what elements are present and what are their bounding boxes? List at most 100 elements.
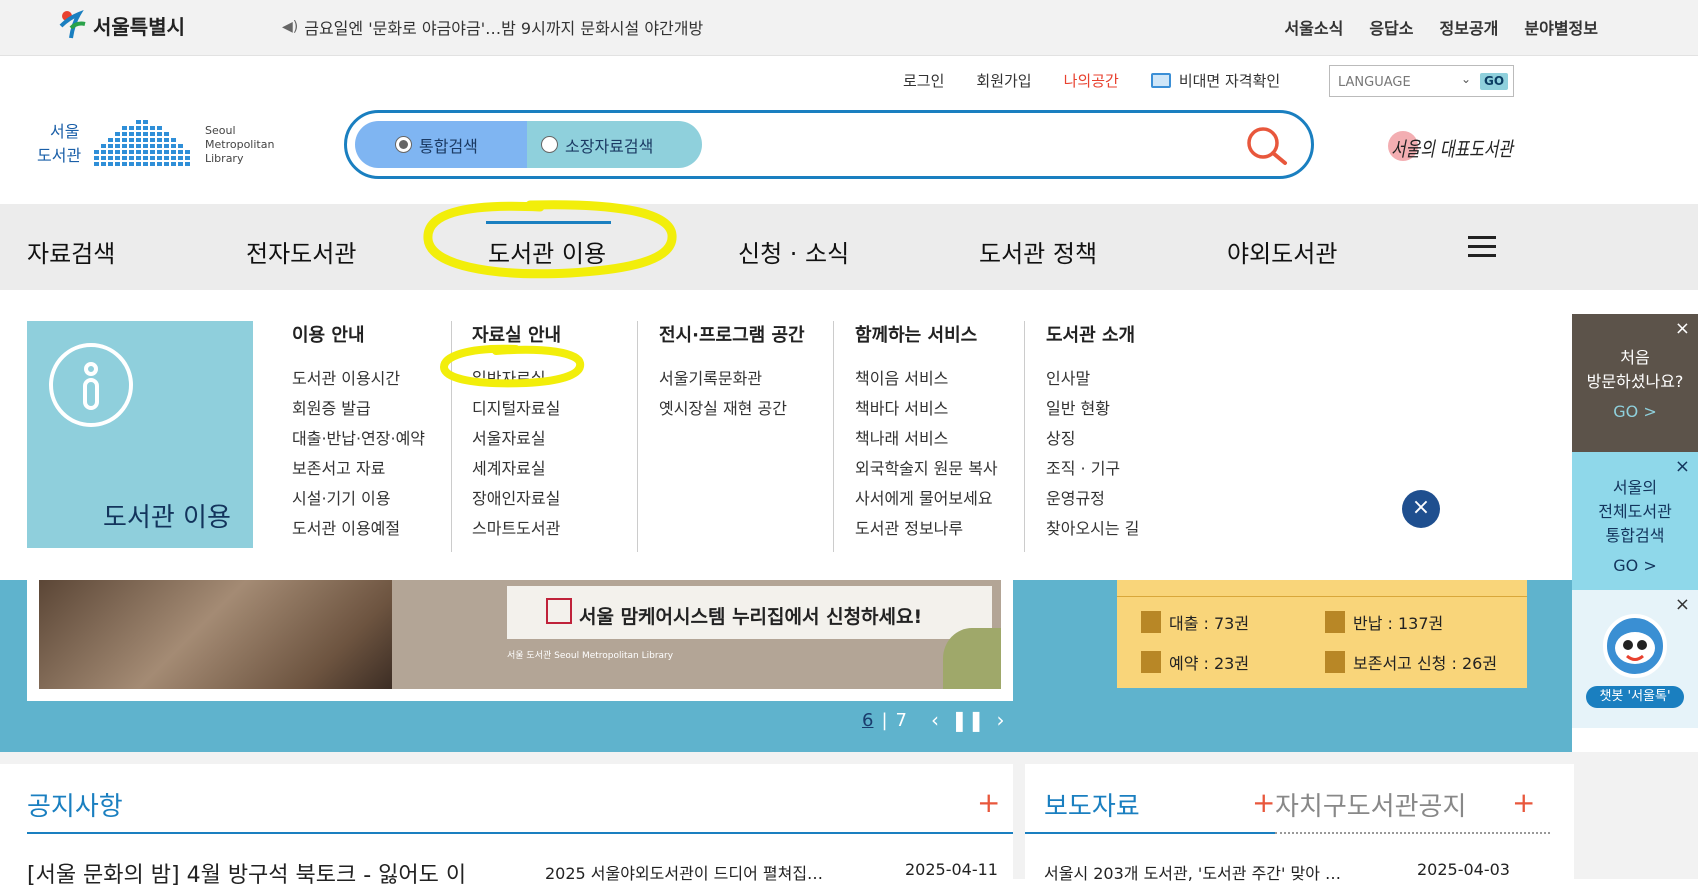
menu-column-services: 함께하는 서비스 책이음 서비스 책바다 서비스 책나래 서비스 외국학술지 원…	[855, 321, 998, 545]
library-dots-icon	[94, 120, 190, 166]
my-space-link[interactable]: 나의공간	[1064, 70, 1119, 91]
menu-item[interactable]: 책바다 서비스	[855, 395, 998, 425]
menu-divider	[451, 321, 452, 552]
district-notice-title[interactable]: 자치구도서관공지	[1275, 786, 1466, 823]
banner-slide[interactable]: 서울 맘케어시스템 누리집에서 신청하세요! 서울 도서관 Seoul Metr…	[27, 580, 1013, 701]
tab-holdings-search[interactable]: 소장자료검색	[527, 121, 702, 168]
info-icon	[49, 343, 133, 427]
nav-e-library[interactable]: 전자도서관	[246, 234, 356, 269]
quick-first-visit[interactable]: × 처음 방문하셨나요? GO >	[1572, 314, 1698, 452]
menu-heading[interactable]: 전시·프로그램 공간	[659, 321, 805, 347]
notice-item-date: 2025-04-11	[905, 860, 998, 879]
menu-item[interactable]: 운영규정	[1046, 485, 1139, 515]
remote-verify-link[interactable]: 비대면 자격확인	[1150, 70, 1280, 91]
link-eungdapso[interactable]: 응답소	[1369, 15, 1413, 39]
menu-item[interactable]: 도서관 이용시간	[292, 365, 425, 395]
menu-heading[interactable]: 도서관 소개	[1046, 321, 1139, 347]
language-select[interactable]: LANGUAGE ⌄ GO	[1329, 65, 1514, 97]
checkbox-icon	[546, 598, 572, 624]
close-icon[interactable]: ×	[1675, 596, 1690, 614]
district-more-icon[interactable]: +	[1512, 786, 1535, 819]
menu-item[interactable]: 외국학술지 원문 복사	[855, 455, 998, 485]
link-field-info[interactable]: 분야별정보	[1524, 15, 1598, 39]
menu-item[interactable]: 스마트도서관	[472, 515, 561, 545]
close-icon[interactable]: ×	[1675, 458, 1690, 476]
seoul-logo-icon	[59, 9, 86, 39]
seoul-city-logo[interactable]: 서울특별시	[55, 8, 185, 42]
notice-more-icon[interactable]: +	[977, 786, 1000, 819]
menu-item[interactable]: 서울자료실	[472, 425, 561, 455]
chevron-down-icon: ⌄	[1461, 72, 1472, 86]
search-bar[interactable]: 통합검색 소장자료검색	[344, 110, 1314, 179]
menu-item[interactable]: 보존서고 자료	[292, 455, 425, 485]
nav-library-use[interactable]: 도서관 이용	[488, 234, 606, 269]
nav-library-policy[interactable]: 도서관 정책	[979, 234, 1097, 269]
menu-item[interactable]: 책나래 서비스	[855, 425, 998, 455]
first-visit-go[interactable]: GO >	[1572, 400, 1698, 424]
seoul-library-logo[interactable]: 서울 도서관 Seoul Metropolitan Library	[36, 108, 281, 172]
quick-integrated-search[interactable]: × 서울의 전체도서관 통합검색 GO >	[1572, 452, 1698, 590]
signup-link[interactable]: 회원가입	[976, 70, 1031, 91]
login-link[interactable]: 로그인	[903, 70, 944, 91]
nav-outdoor-library[interactable]: 야외도서관	[1227, 234, 1337, 269]
menu-item[interactable]: 옛시장실 재현 공간	[659, 395, 805, 425]
menu-item-general-room[interactable]: 일반자료실	[472, 365, 561, 395]
menu-item[interactable]: 일반 현황	[1046, 395, 1139, 425]
menu-title-box: 도서관 이용	[27, 321, 253, 548]
tab-integrated-search[interactable]: 통합검색	[355, 121, 527, 168]
return-icon	[1325, 611, 1345, 633]
loan-return: 반납 : 137권	[1325, 610, 1443, 634]
menu-item[interactable]: 인사말	[1046, 365, 1139, 395]
menu-item[interactable]: 디지털자료실	[472, 395, 561, 425]
menu-heading[interactable]: 함께하는 서비스	[855, 321, 998, 347]
press-item-title[interactable]: 서울시 203개 도서관, '도서관 주간' 맞아 …	[1044, 860, 1341, 884]
menu-item[interactable]: 시설·기기 이용	[292, 485, 425, 515]
library-logo-en1: Seoul	[205, 124, 236, 137]
chatbot-mascot-icon	[1603, 614, 1667, 678]
press-more-icon[interactable]: +	[1252, 786, 1275, 819]
menu-heading[interactable]: 이용 안내	[292, 321, 425, 347]
prev-arrow-icon[interactable]: ‹	[931, 708, 939, 732]
menu-item[interactable]: 사서에게 물어보세요	[855, 485, 998, 515]
loan-reserve-text: 예약 : 23권	[1169, 654, 1250, 673]
menu-item[interactable]: 도서관 정보나루	[855, 515, 998, 545]
close-icon[interactable]: ×	[1675, 320, 1690, 338]
link-seoul-news[interactable]: 서울소식	[1284, 15, 1343, 39]
pager-current[interactable]: 6	[862, 710, 873, 731]
notice-ticker-text[interactable]: 금요일엔 '문화로 야금야금'…밤 9시까지 문화시설 야간개방	[304, 15, 703, 39]
notice-featured[interactable]: [서울 문화의 밤] 4월 방구석 북토크 - 잃어도 이	[27, 857, 466, 889]
press-title[interactable]: 보도자료	[1044, 786, 1140, 823]
menu-item[interactable]: 조직 · 기구	[1046, 455, 1139, 485]
nav-material-search[interactable]: 자료검색	[27, 234, 115, 269]
active-nav-indicator	[486, 221, 611, 224]
menu-item[interactable]: 세계자료실	[472, 455, 561, 485]
menu-item[interactable]: 장애인자료실	[472, 485, 561, 515]
menu-item[interactable]: 책이음 서비스	[855, 365, 998, 395]
menu-heading[interactable]: 자료실 안내	[472, 321, 561, 347]
hamburger-menu-icon[interactable]	[1468, 236, 1496, 258]
link-info-disclosure[interactable]: 정보공개	[1440, 15, 1499, 39]
next-arrow-icon[interactable]: ›	[997, 708, 1005, 732]
notice-underline	[27, 832, 1013, 834]
top-bar: 서울특별시 ◀) 금요일엔 '문화로 야금야금'…밤 9시까지 문화시설 야간개…	[0, 0, 1698, 56]
nav-apply-news[interactable]: 신청 · 소식	[738, 234, 849, 269]
integrated-go[interactable]: GO >	[1572, 554, 1698, 578]
quick-chatbot[interactable]: × 챗봇 '서울톡'	[1572, 590, 1698, 728]
notice-item-title[interactable]: 2025 서울야외도서관이 드디어 펼쳐집…	[545, 860, 823, 884]
menu-item[interactable]: 대출·반납·연장·예약	[292, 425, 425, 455]
pause-icon[interactable]: ❚❚	[951, 708, 985, 732]
notice-title[interactable]: 공지사항	[27, 786, 123, 823]
menu-item[interactable]: 상징	[1046, 425, 1139, 455]
radio-empty-icon	[541, 136, 558, 153]
menu-item[interactable]: 찾아오시는 길	[1046, 515, 1139, 545]
menu-item[interactable]: 서울기록문화관	[659, 365, 805, 395]
menu-item[interactable]: 회원증 발급	[292, 395, 425, 425]
loan-divider	[1117, 596, 1527, 597]
loan-archive-text: 보존서고 신청 : 26권	[1353, 654, 1498, 673]
search-icon[interactable]	[1243, 123, 1289, 169]
close-menu-button[interactable]: ×	[1402, 490, 1440, 528]
menu-item[interactable]: 도서관 이용예절	[292, 515, 425, 545]
banner-decoration	[943, 628, 1001, 689]
notice-ticker[interactable]: ◀) 금요일엔 '문화로 야금야금'…밤 9시까지 문화시설 야간개방	[282, 15, 703, 39]
language-go-button[interactable]: GO	[1480, 73, 1508, 90]
